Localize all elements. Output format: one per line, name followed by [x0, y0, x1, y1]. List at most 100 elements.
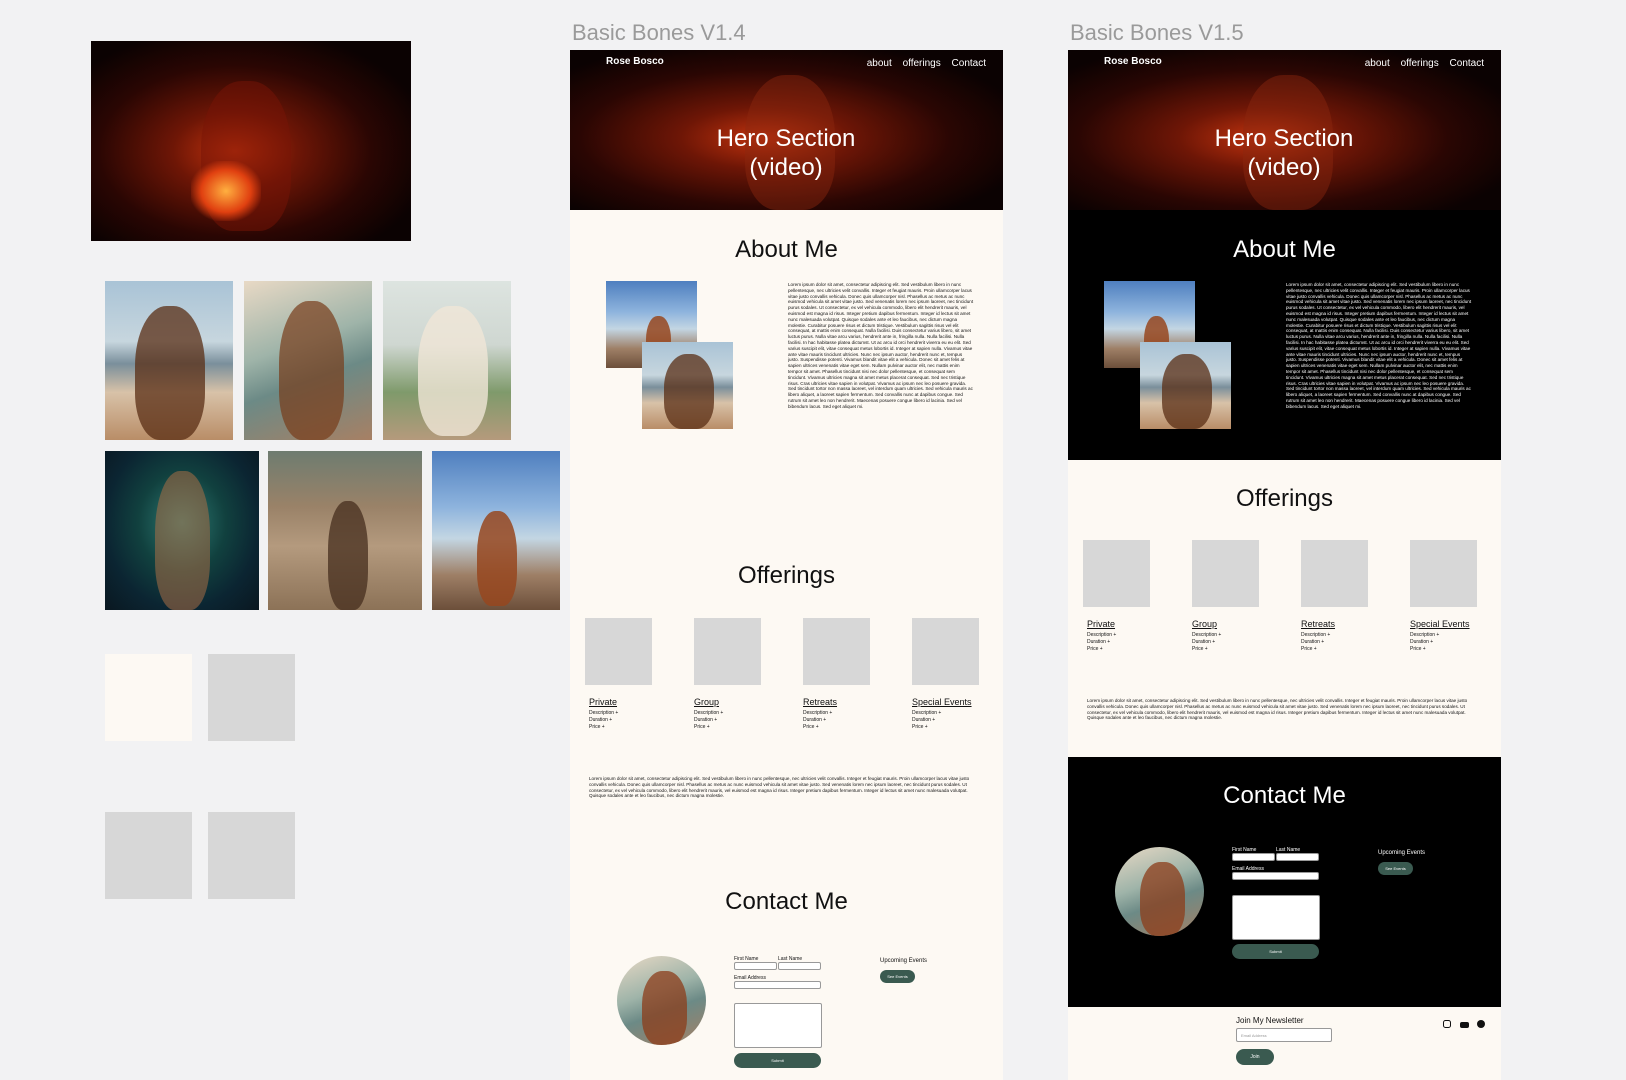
offering-label[interactable]: Group — [694, 697, 723, 707]
offering-image-special-events — [912, 618, 979, 685]
offering-label[interactable]: Group — [1192, 619, 1221, 629]
offering-description[interactable]: Description + — [1192, 632, 1221, 639]
message-field[interactable] — [734, 1003, 822, 1048]
about-text: Lorem ipsum dolor sit amet, consectetur … — [788, 282, 974, 409]
nav-offerings[interactable]: offerings — [903, 58, 941, 69]
newsletter-join-button[interactable]: Join — [1236, 1049, 1274, 1065]
newsletter-email-field[interactable]: Email Address — [1236, 1028, 1332, 1042]
nav-about[interactable]: about — [867, 58, 892, 69]
frame-title-v15: Basic Bones V1.5 — [1070, 20, 1244, 45]
offering-price[interactable]: Price + — [1192, 646, 1221, 653]
offering-description[interactable]: Description + — [803, 710, 837, 717]
offering-description[interactable]: Description + — [1087, 632, 1116, 639]
offering-label[interactable]: Retreats — [1301, 619, 1335, 629]
nav-offerings[interactable]: offerings — [1401, 58, 1439, 69]
offering-label[interactable]: Special Events — [1410, 619, 1470, 629]
about-text: Lorem ipsum dolor sit amet, consectetur … — [1286, 282, 1472, 409]
upcoming-events-label: Upcoming Events — [880, 958, 928, 964]
offering-group: Group Description + Duration + Price + — [694, 697, 723, 731]
gallery-photo-2 — [244, 281, 372, 440]
offering-image-group — [694, 618, 761, 685]
offering-private: Private Description + Duration + Price + — [589, 697, 618, 731]
swatch-gray-2 — [105, 812, 192, 899]
offering-duration[interactable]: Duration + — [803, 717, 837, 724]
offering-price[interactable]: Price + — [589, 724, 618, 731]
nav-about[interactable]: about — [1365, 58, 1390, 69]
offering-image-group — [1192, 540, 1259, 607]
offering-description[interactable]: Description + — [694, 710, 723, 717]
newsletter-title: Join My Newsletter — [1236, 1016, 1304, 1025]
offering-duration[interactable]: Duration + — [1301, 639, 1335, 646]
offering-duration[interactable]: Duration + — [1410, 639, 1470, 646]
nav-contact[interactable]: Contact — [952, 58, 986, 69]
offerings-text: Lorem ipsum dolor sit amet, consectetur … — [589, 776, 970, 799]
offering-image-retreats — [1301, 540, 1368, 607]
submit-button[interactable]: Submit — [734, 1053, 821, 1068]
swatch-cream — [105, 654, 192, 741]
offering-label[interactable]: Special Events — [912, 697, 972, 707]
hero-title: Hero Section (video) — [1214, 125, 1354, 181]
offering-description[interactable]: Description + — [589, 710, 618, 717]
offering-special-events: Special Events Description + Duration + … — [912, 697, 972, 731]
youtube-icon[interactable] — [1460, 1022, 1469, 1028]
offering-duration[interactable]: Duration + — [589, 717, 618, 724]
gallery-photo-4 — [105, 451, 259, 610]
offering-special-events: Special Events Description + Duration + … — [1410, 619, 1470, 653]
offering-description[interactable]: Description + — [1301, 632, 1335, 639]
offering-price[interactable]: Price + — [912, 724, 972, 731]
swatch-gray-1 — [208, 654, 295, 741]
contact-avatar — [617, 956, 706, 1045]
offerings-heading: Offerings — [738, 562, 835, 589]
site-brand[interactable]: Rose Bosco — [1104, 56, 1162, 67]
about-photo-2 — [642, 342, 733, 429]
offering-duration[interactable]: Duration + — [912, 717, 972, 724]
contact-heading: Contact Me — [725, 888, 848, 915]
submit-button[interactable]: Submit — [1232, 944, 1319, 959]
last-name-field[interactable] — [778, 962, 821, 970]
offerings-heading: Offerings — [1236, 485, 1333, 512]
offerings-text: Lorem ipsum dolor sit amet, consectetur … — [1087, 698, 1468, 721]
offering-price[interactable]: Price + — [803, 724, 837, 731]
gallery-photo-6 — [432, 451, 560, 610]
hero-title: Hero Section (video) — [716, 125, 856, 181]
offering-price[interactable]: Price + — [1410, 646, 1470, 653]
offering-price[interactable]: Price + — [1087, 646, 1116, 653]
offering-price[interactable]: Price + — [694, 724, 723, 731]
offering-label[interactable]: Private — [1087, 619, 1116, 629]
spotify-icon[interactable] — [1477, 1020, 1485, 1028]
frame-v15: Rose Bosco about offerings Contact Hero … — [1068, 50, 1501, 1080]
offering-retreats: Retreats Description + Duration + Price … — [803, 697, 837, 731]
offering-description[interactable]: Description + — [912, 710, 972, 717]
nav-contact[interactable]: Contact — [1450, 58, 1484, 69]
offering-duration[interactable]: Duration + — [1192, 639, 1221, 646]
offering-label[interactable]: Private — [589, 697, 618, 707]
about-heading: About Me — [735, 236, 838, 263]
about-photo-2 — [1140, 342, 1231, 429]
site-nav: about offerings Contact — [1357, 58, 1484, 69]
offering-description[interactable]: Description + — [1410, 632, 1470, 639]
offering-image-special-events — [1410, 540, 1477, 607]
offering-price[interactable]: Price + — [1301, 646, 1335, 653]
offering-image-private — [1083, 540, 1150, 607]
offering-duration[interactable]: Duration + — [1087, 639, 1116, 646]
see-events-button[interactable]: See Events — [880, 970, 915, 983]
offering-retreats: Retreats Description + Duration + Price … — [1301, 619, 1335, 653]
site-nav: about offerings Contact — [859, 58, 986, 69]
instagram-icon[interactable] — [1443, 1020, 1451, 1028]
first-name-field[interactable] — [734, 962, 777, 970]
offering-group: Group Description + Duration + Price + — [1192, 619, 1221, 653]
offering-duration[interactable]: Duration + — [694, 717, 723, 724]
offering-label[interactable]: Retreats — [803, 697, 837, 707]
site-brand[interactable]: Rose Bosco — [606, 56, 664, 67]
first-name-field[interactable] — [1232, 853, 1275, 861]
gallery-photo-1 — [105, 281, 233, 440]
see-events-button[interactable]: See Events — [1378, 862, 1413, 875]
contact-avatar — [1115, 847, 1204, 936]
email-field[interactable] — [734, 981, 821, 989]
about-heading: About Me — [1233, 236, 1336, 263]
frame-v14: Rose Bosco about offerings Contact Hero … — [570, 50, 1003, 1080]
message-field[interactable] — [1232, 895, 1320, 940]
email-field[interactable] — [1232, 872, 1319, 880]
swatch-gray-3 — [208, 812, 295, 899]
last-name-field[interactable] — [1276, 853, 1319, 861]
